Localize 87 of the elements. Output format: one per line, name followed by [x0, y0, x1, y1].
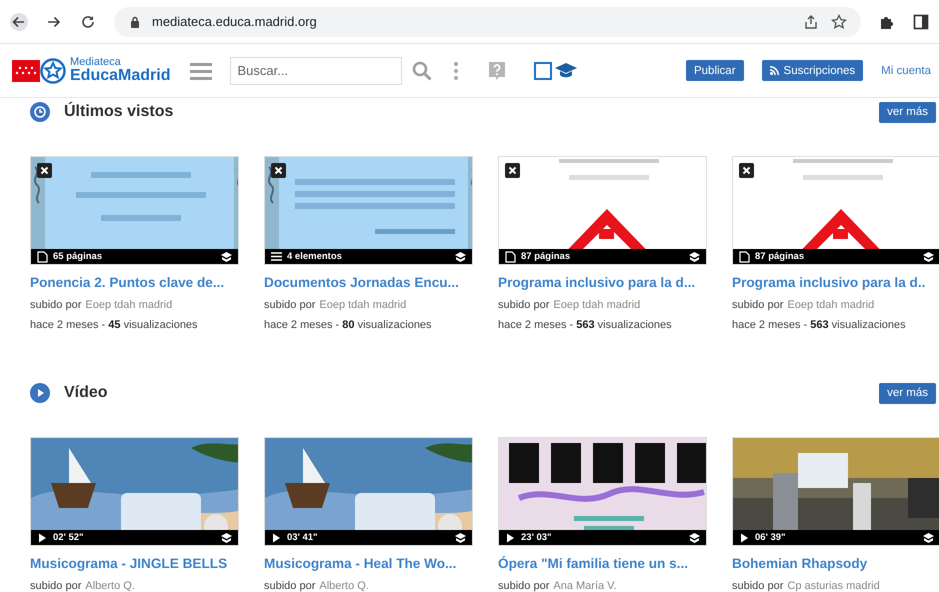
item-title-link[interactable]: Musicograma - Heal The Wo...	[264, 556, 471, 571]
menu-icon[interactable]	[190, 62, 212, 80]
item-count: 65 páginas	[53, 251, 102, 262]
square-icon[interactable]	[534, 62, 552, 80]
share-icon[interactable]	[803, 14, 819, 30]
item-stats: hace 2 meses - 80 visualizaciones	[264, 319, 433, 331]
url-text: mediateca.educa.madrid.org	[152, 14, 317, 29]
uploader-name[interactable]: Eoep tdah madrid	[553, 299, 640, 311]
close-icon[interactable]	[37, 163, 52, 178]
document-icon	[739, 250, 750, 262]
flag-logo-icon	[12, 60, 40, 82]
back-icon[interactable]	[10, 12, 28, 30]
play-icon	[271, 532, 282, 544]
item-count: 03' 41"	[287, 532, 318, 543]
layers-icon	[689, 532, 700, 542]
star-circle-logo-icon	[40, 58, 66, 84]
item-count: 02' 52"	[53, 532, 84, 543]
play-icon	[739, 532, 750, 544]
item-count: 06' 39"	[755, 532, 786, 543]
item-stats: hace 2 meses - 45 visualizaciones	[30, 319, 199, 331]
item-title-link[interactable]: Documentos Jornadas Encu...	[264, 275, 471, 290]
search-field[interactable]: Buscar...	[230, 56, 402, 84]
item-stats: hace 2 meses - 563 visualizaciones	[498, 319, 673, 331]
rss-icon	[770, 66, 779, 75]
uploaded-by-label: subido por	[498, 299, 550, 311]
play-icon	[37, 532, 48, 544]
uploader-name[interactable]: Cp asturias madrid	[787, 580, 880, 592]
reload-icon[interactable]	[80, 14, 96, 30]
item-title-link[interactable]: Bohemian Rhapsody	[732, 556, 939, 571]
item-count: 23' 03"	[521, 532, 552, 543]
uploader-name[interactable]: Eoep tdah madrid	[787, 299, 874, 311]
item-title-link[interactable]: Ponencia 2. Puntos clave de...	[30, 275, 237, 290]
item-title-link[interactable]: Musicograma - JINGLE BELLS	[30, 556, 237, 571]
address-bar[interactable]: mediateca.educa.madrid.org	[114, 6, 861, 36]
item-count: 4 elementos	[287, 251, 342, 262]
search-icon[interactable]	[412, 60, 432, 80]
uploader-name[interactable]: Eoep tdah madrid	[319, 299, 406, 311]
uploaded-by-label: subido por	[30, 580, 82, 592]
account-link[interactable]: Mi cuenta	[881, 64, 931, 76]
close-icon[interactable]	[739, 163, 754, 178]
uploaded-by-label: subido por	[732, 580, 784, 592]
play-icon	[30, 383, 50, 403]
item-title-link[interactable]: Programa inclusivo para la d...	[498, 275, 705, 290]
item-title-link[interactable]: Programa inclusivo para la d..	[732, 275, 939, 290]
layers-icon	[455, 532, 466, 542]
layers-icon	[923, 532, 934, 542]
layers-icon	[221, 532, 232, 542]
uploaded-by-label: subido por	[732, 299, 784, 311]
side-panel-icon[interactable]	[913, 14, 929, 30]
close-icon[interactable]	[505, 163, 520, 178]
publish-button[interactable]: Publicar	[686, 60, 744, 81]
uploader-name[interactable]: Alberto Q.	[85, 580, 135, 592]
document-icon	[37, 250, 48, 262]
lock-icon	[130, 16, 140, 28]
item-count: 87 páginas	[521, 251, 570, 262]
layers-icon	[689, 252, 700, 262]
uploader-name[interactable]: Ana María V.	[553, 580, 617, 592]
logo-subtitle: Mediateca	[70, 57, 122, 68]
section-title: Últimos vistos	[64, 103, 174, 121]
uploaded-by-label: subido por	[30, 299, 82, 311]
list-icon	[271, 250, 282, 262]
see-more-button[interactable]: ver más	[879, 382, 936, 404]
item-count: 87 páginas	[755, 251, 804, 262]
clock-icon	[30, 102, 50, 122]
layers-icon	[923, 252, 934, 262]
logo-title: EducaMadrid	[70, 68, 170, 84]
thumbnail[interactable]: 23' 03"	[498, 437, 707, 546]
graduation-cap-icon[interactable]	[555, 62, 578, 78]
item-title-link[interactable]: Ópera "Mi familia tiene un s...	[498, 556, 705, 571]
section-title: Vídeo	[64, 384, 108, 402]
uploaded-by-label: subido por	[264, 580, 316, 592]
uploader-name[interactable]: Eoep tdah madrid	[85, 299, 172, 311]
layers-icon	[455, 252, 466, 262]
star-icon[interactable]	[831, 14, 847, 30]
document-icon	[505, 250, 516, 262]
layers-icon	[221, 252, 232, 262]
uploader-name[interactable]: Alberto Q.	[319, 580, 369, 592]
play-icon	[505, 532, 516, 544]
item-stats: hace 2 meses - 563 visualizaciones	[732, 319, 907, 331]
thumbnail[interactable]: 06' 39"	[732, 437, 939, 546]
subscriptions-button[interactable]: Suscripciones	[762, 60, 864, 81]
see-more-button[interactable]: ver más	[879, 102, 936, 122]
uploaded-by-label: subido por	[264, 299, 316, 311]
thumbnail[interactable]: 03' 41"	[264, 437, 473, 546]
close-icon[interactable]	[271, 163, 286, 178]
thumbnail[interactable]: 02' 52"	[30, 437, 239, 546]
uploaded-by-label: subido por	[498, 580, 550, 592]
